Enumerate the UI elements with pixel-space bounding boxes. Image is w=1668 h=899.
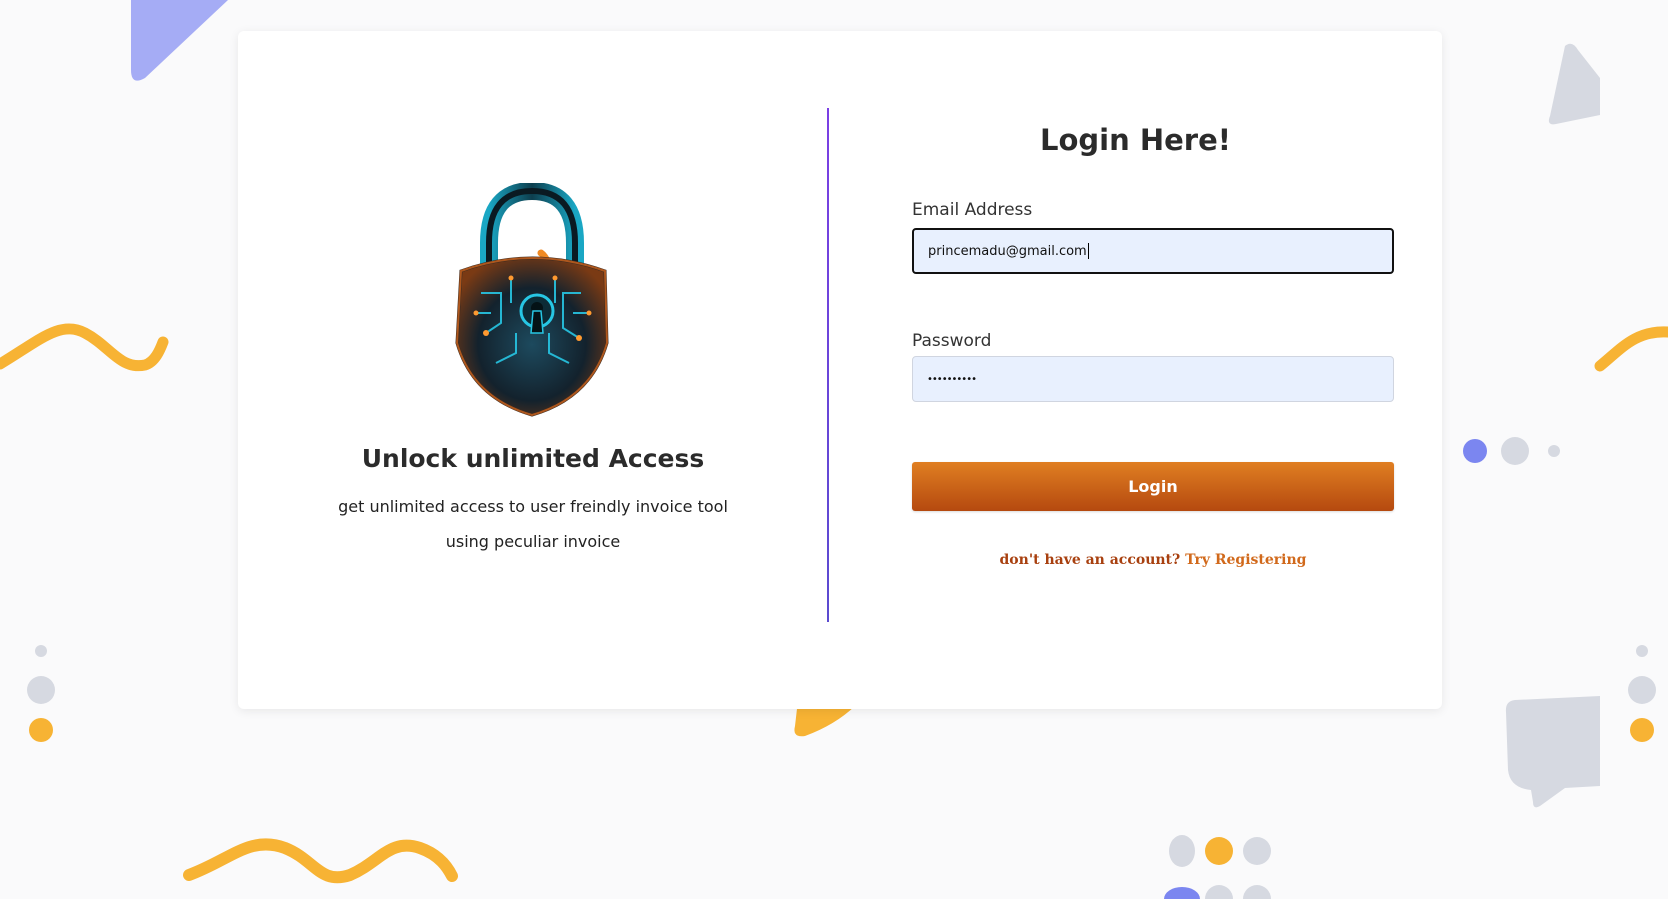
- yellow-dot-shape: [29, 718, 53, 742]
- promo-subtitle: get unlimited access to user freindly in…: [238, 489, 828, 559]
- text-caret: [1087, 243, 1089, 259]
- password-field[interactable]: ••••••••••: [912, 356, 1394, 402]
- password-value: ••••••••••: [927, 373, 977, 385]
- chat-bubble-shape: [1505, 696, 1600, 808]
- yellow-wave-shape: [0, 323, 169, 372]
- password-label: Password: [912, 331, 992, 351]
- gray-dot-shape: [1169, 835, 1195, 867]
- login-card: Unlock unlimited Access get unlimited ac…: [238, 31, 1442, 709]
- promo-title: Unlock unlimited Access: [361, 444, 705, 473]
- gray-dot-shape: [1205, 885, 1233, 899]
- no-account-text: don't have an account?: [999, 552, 1181, 568]
- gray-dot-shape: [1243, 837, 1271, 865]
- register-prompt: don't have an account? Try Registering: [912, 552, 1394, 568]
- blue-dot-shape: [1164, 887, 1200, 899]
- gray-dot-shape: [1548, 445, 1560, 457]
- email-value: princemadu@gmail.com: [928, 243, 1087, 259]
- blue-dot-shape: [1463, 439, 1487, 463]
- blue-triangle-shape: [131, 0, 228, 81]
- yellow-wave-shape: [1594, 326, 1668, 372]
- email-label: Email Address: [912, 200, 1033, 220]
- gray-triangle-shape: [1548, 43, 1600, 125]
- gray-dot-shape: [1501, 437, 1529, 465]
- form-title: Login Here!: [1040, 123, 1231, 157]
- email-field[interactable]: princemadu@gmail.com: [912, 228, 1394, 274]
- login-button[interactable]: Login: [912, 462, 1394, 511]
- login-form: Login Here! Email Address princemadu@gma…: [829, 31, 1442, 709]
- gray-dot-shape: [1243, 885, 1271, 899]
- gray-dot-shape: [35, 645, 47, 657]
- gray-dot-shape: [27, 676, 55, 704]
- promo-subtitle-line: get unlimited access to user freindly in…: [338, 497, 728, 516]
- promo-subtitle-line: using peculiar invoice: [445, 532, 621, 551]
- padlock-icon: [441, 181, 623, 423]
- gray-dot-shape: [1628, 676, 1656, 704]
- gray-dot-shape: [1636, 645, 1648, 657]
- yellow-wave-shape: [183, 838, 458, 884]
- yellow-dot-shape: [1205, 837, 1233, 865]
- register-link[interactable]: Try Registering: [1185, 552, 1306, 568]
- yellow-dot-shape: [1630, 718, 1654, 742]
- promo-panel: Unlock unlimited Access get unlimited ac…: [238, 31, 828, 709]
